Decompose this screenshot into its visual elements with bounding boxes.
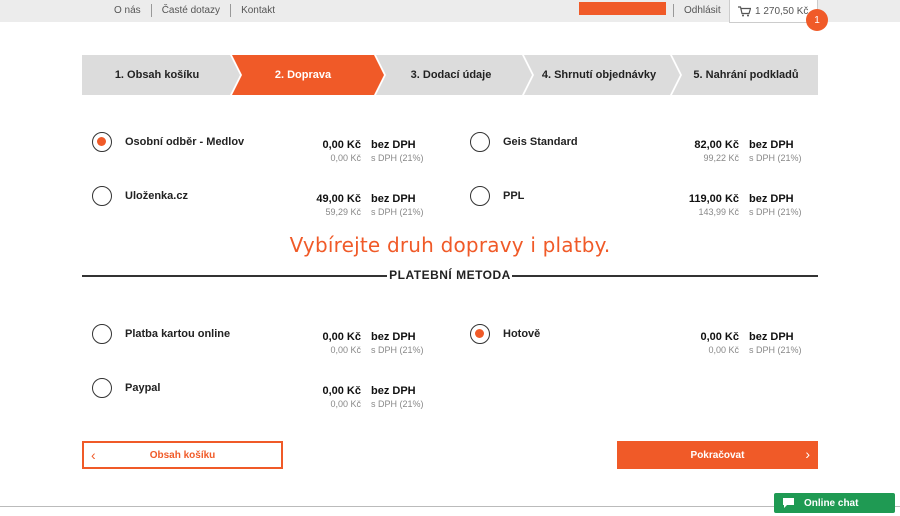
with-vat-label: s DPH (21%): [371, 345, 424, 355]
shipping-name: Geis Standard: [503, 136, 578, 148]
price-with-vat: 0,00 Kč: [708, 345, 739, 355]
shipping-radio-ppl[interactable]: [470, 186, 490, 206]
with-vat-label: s DPH (21%): [749, 345, 802, 355]
shipping-name: Osobní odběr - Medlov: [125, 136, 245, 148]
no-vat-label: bez DPH: [371, 193, 416, 205]
payment-radio-paypal[interactable]: [92, 378, 112, 398]
with-vat-label: s DPH (21%): [371, 207, 424, 217]
price: 0,00 Kč: [700, 331, 739, 343]
chevron-left-icon: ‹: [91, 447, 96, 463]
shipping-name: Uloženka.cz: [125, 190, 188, 202]
account-highlight[interactable]: [579, 2, 666, 15]
chat-bubble-icon: [783, 498, 794, 508]
price: 82,00 Kč: [694, 139, 739, 151]
step-cart-contents[interactable]: 1. Obsah košíku: [82, 55, 232, 95]
checkout-steps: 1. Obsah košíku 2. Doprava 3. Dodací úda…: [82, 55, 818, 95]
price-with-vat: 99,22 Kč: [703, 153, 739, 163]
cart-button[interactable]: 1 270,50 Kč: [729, 0, 818, 23]
selection-warning: Vybírejte druh dopravy i platby.: [289, 233, 611, 257]
continue-button-label: Pokračovat: [690, 449, 745, 461]
step-shipping[interactable]: 2. Doprava: [232, 55, 374, 95]
link-faq[interactable]: Časté dotazy: [150, 4, 230, 17]
price: 0,00 Kč: [322, 385, 361, 397]
chevron-right-icon: ›: [805, 446, 810, 462]
step-order-summary[interactable]: 4. Shrnutí objednávky: [526, 55, 672, 95]
price-with-vat: 0,00 Kč: [330, 345, 361, 355]
payment-name: Platba kartou online: [125, 328, 231, 340]
shipping-option-geis[interactable]: Geis Standard 82,00 Kč 99,22 Kč bez DPH …: [470, 132, 810, 172]
step-delivery-details[interactable]: 3. Dodací údaje: [378, 55, 524, 95]
payment-radio-card[interactable]: [92, 324, 112, 344]
with-vat-label: s DPH (21%): [749, 153, 802, 163]
top-links: O nás Časté dotazy Kontakt: [104, 4, 285, 17]
price-with-vat: 0,00 Kč: [330, 399, 361, 409]
price-with-vat: 0,00 Kč: [330, 153, 361, 163]
back-to-cart-button[interactable]: ‹ Obsah košíku: [82, 441, 283, 469]
shipping-option-ppl[interactable]: PPL 119,00 Kč 143,99 Kč bez DPH s DPH (2…: [470, 186, 810, 226]
with-vat-label: s DPH (21%): [371, 153, 424, 163]
price: 119,00 Kč: [688, 193, 739, 205]
shipping-radio-ulozenka[interactable]: [92, 186, 112, 206]
payment-section-header: PLATEBNÍ METODA: [82, 268, 818, 284]
shipping-option-ulozenka[interactable]: Uloženka.cz 49,00 Kč 59,29 Kč bez DPH s …: [92, 186, 432, 226]
cart-count-badge: 1: [806, 9, 828, 31]
shipping-name: PPL: [503, 190, 525, 202]
shipping-radio-medlov[interactable]: [92, 132, 112, 152]
payment-name: Hotově: [503, 328, 541, 340]
chat-label: Online chat: [804, 497, 859, 509]
price: 0,00 Kč: [322, 139, 361, 151]
with-vat-label: s DPH (21%): [371, 399, 424, 409]
checkout-page: O nás Časté dotazy Kontakt Odhlásit 1 27…: [0, 0, 900, 516]
payment-option-cash[interactable]: Hotově 0,00 Kč 0,00 Kč bez DPH s DPH (21…: [470, 324, 810, 364]
no-vat-label: bez DPH: [371, 139, 416, 151]
payment-option-card[interactable]: Platba kartou online 0,00 Kč 0,00 Kč bez…: [92, 324, 432, 364]
link-about[interactable]: O nás: [104, 4, 151, 17]
shipping-radio-geis[interactable]: [470, 132, 490, 152]
logout-link[interactable]: Odhlásit: [673, 4, 721, 17]
no-vat-label: bez DPH: [749, 331, 794, 343]
payment-method-title: PLATEBNÍ METODA: [389, 268, 511, 282]
no-vat-label: bez DPH: [371, 331, 416, 343]
payment-name: Paypal: [125, 382, 161, 394]
price-with-vat: 59,29 Kč: [325, 207, 361, 217]
cart-total: 1 270,50 Kč: [755, 5, 809, 17]
price: 49,00 Kč: [316, 193, 361, 205]
back-button-label: Obsah košíku: [149, 449, 216, 461]
cart-icon: [738, 5, 751, 16]
no-vat-label: bez DPH: [749, 193, 794, 205]
with-vat-label: s DPH (21%): [749, 207, 802, 217]
no-vat-label: bez DPH: [371, 385, 416, 397]
price-with-vat: 143,99 Kč: [698, 207, 739, 217]
payment-option-paypal[interactable]: Paypal 0,00 Kč 0,00 Kč bez DPH s DPH (21…: [92, 378, 432, 418]
footer-divider: [0, 506, 900, 507]
link-contact[interactable]: Kontakt: [230, 4, 285, 17]
shipping-option-medlov[interactable]: Osobní odběr - Medlov 0,00 Kč 0,00 Kč be…: [92, 132, 432, 172]
continue-button[interactable]: Pokračovat ›: [617, 441, 818, 469]
step-upload-files[interactable]: 5. Nahrání podkladů: [674, 55, 818, 95]
no-vat-label: bez DPH: [749, 139, 794, 151]
online-chat-button[interactable]: Online chat: [774, 493, 895, 513]
price: 0,00 Kč: [322, 331, 361, 343]
payment-radio-cash[interactable]: [470, 324, 490, 344]
